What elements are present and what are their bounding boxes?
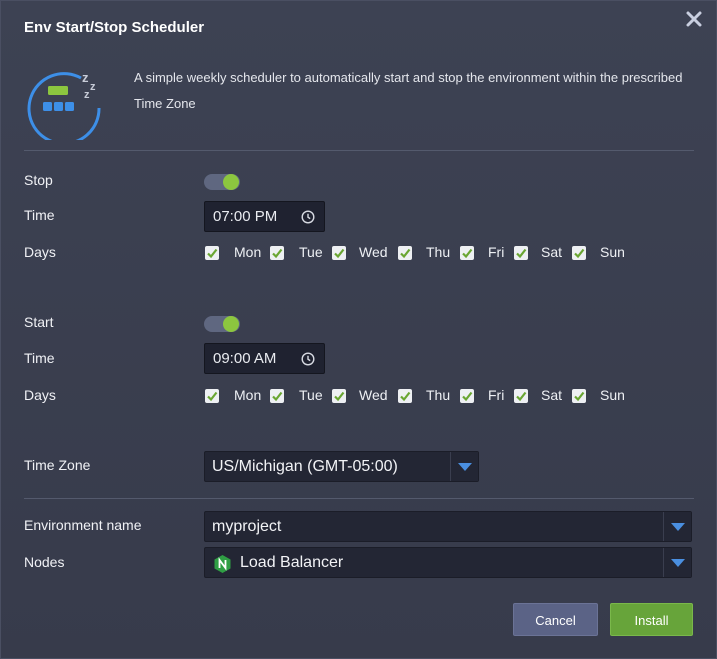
checkbox[interactable] bbox=[205, 389, 219, 403]
timezone-label: Time Zone bbox=[24, 457, 91, 473]
stop-time-value: 07:00 PM bbox=[213, 208, 278, 225]
day-label: Wed bbox=[359, 244, 388, 260]
dialog-title: Env Start/Stop Scheduler bbox=[24, 19, 205, 36]
nginx-icon bbox=[214, 555, 231, 573]
stop-time-input[interactable]: 07:00 PM bbox=[204, 201, 325, 232]
checkbox[interactable] bbox=[572, 246, 586, 260]
start-time-label: Time bbox=[24, 350, 55, 366]
start-time-input[interactable]: 09:00 AM bbox=[204, 343, 325, 374]
svg-text:z: z bbox=[90, 81, 96, 93]
checkbox[interactable] bbox=[332, 389, 346, 403]
checkmark-icon bbox=[272, 391, 283, 402]
toggle-knob bbox=[223, 174, 239, 190]
clock-icon bbox=[301, 210, 315, 224]
checkmark-icon bbox=[400, 391, 411, 402]
checkmark-icon bbox=[207, 391, 218, 402]
nodes-dropdown-arrow[interactable] bbox=[663, 548, 691, 577]
day-label: Fri bbox=[488, 387, 505, 403]
checkmark-icon bbox=[516, 391, 527, 402]
day-label: Tue bbox=[299, 387, 323, 403]
day-label: Sun bbox=[600, 387, 625, 403]
checkbox[interactable] bbox=[514, 389, 528, 403]
chevron-down-icon bbox=[671, 559, 685, 567]
stop-days-label: Days bbox=[24, 244, 56, 260]
start-days-label: Days bbox=[24, 387, 56, 403]
checkmark-icon bbox=[462, 391, 473, 402]
checkbox[interactable] bbox=[514, 246, 528, 260]
stop-toggle[interactable] bbox=[204, 174, 240, 190]
checkmark-icon bbox=[334, 391, 345, 402]
svg-text:z: z bbox=[84, 89, 90, 101]
environment-select[interactable]: myproject bbox=[204, 511, 692, 542]
close-icon bbox=[686, 11, 702, 27]
checkbox[interactable] bbox=[270, 389, 284, 403]
scheduler-dialog: Env Start/Stop Scheduler z z z A simple … bbox=[0, 0, 717, 659]
scheduler-logo-icon: z z z bbox=[27, 70, 101, 140]
chevron-down-icon bbox=[458, 463, 472, 471]
checkmark-icon bbox=[334, 248, 345, 259]
day-label: Sat bbox=[541, 244, 563, 260]
environment-dropdown-arrow[interactable] bbox=[663, 512, 691, 541]
day-label: Fri bbox=[488, 244, 505, 260]
close-button[interactable] bbox=[684, 9, 704, 29]
checkmark-icon bbox=[516, 248, 527, 259]
install-button[interactable]: Install bbox=[610, 603, 693, 636]
timezone-select[interactable]: US/Michigan (GMT-05:00) bbox=[204, 451, 479, 482]
checkbox[interactable] bbox=[572, 389, 586, 403]
stop-label: Stop bbox=[24, 172, 53, 188]
start-toggle[interactable] bbox=[204, 316, 240, 332]
checkbox[interactable] bbox=[398, 246, 412, 260]
day-label: Tue bbox=[299, 244, 323, 260]
day-label: Sat bbox=[541, 387, 563, 403]
checkbox[interactable] bbox=[332, 246, 346, 260]
divider bbox=[24, 498, 694, 499]
start-label: Start bbox=[24, 314, 54, 330]
checkmark-icon bbox=[462, 248, 473, 259]
checkmark-icon bbox=[207, 248, 218, 259]
checkbox[interactable] bbox=[460, 389, 474, 403]
nodes-label: Nodes bbox=[24, 554, 65, 570]
checkbox[interactable] bbox=[270, 246, 284, 260]
day-label: Sun bbox=[600, 244, 625, 260]
stop-time-label: Time bbox=[24, 207, 55, 223]
nodes-select[interactable]: Load Balancer bbox=[204, 547, 692, 578]
checkbox[interactable] bbox=[398, 389, 412, 403]
checkbox[interactable] bbox=[460, 246, 474, 260]
clock-icon bbox=[301, 352, 315, 366]
nodes-value: Load Balancer bbox=[240, 554, 344, 571]
day-label: Wed bbox=[359, 387, 388, 403]
environment-label: Environment name bbox=[24, 517, 142, 533]
cancel-button[interactable]: Cancel bbox=[513, 603, 598, 636]
checkmark-icon bbox=[574, 391, 585, 402]
timezone-dropdown-arrow[interactable] bbox=[450, 452, 478, 481]
chevron-down-icon bbox=[671, 523, 685, 531]
day-label: Thu bbox=[426, 387, 451, 403]
checkbox[interactable] bbox=[205, 246, 219, 260]
checkmark-icon bbox=[574, 248, 585, 259]
toggle-knob bbox=[223, 316, 239, 332]
start-time-value: 09:00 AM bbox=[213, 350, 277, 367]
checkmark-icon bbox=[400, 248, 411, 259]
environment-value: myproject bbox=[212, 518, 282, 535]
svg-text:z: z bbox=[82, 70, 89, 85]
timezone-value: US/Michigan (GMT-05:00) bbox=[212, 458, 398, 475]
day-label: Thu bbox=[426, 244, 451, 260]
day-label: Mon bbox=[234, 244, 262, 260]
dialog-description: A simple weekly scheduler to automatical… bbox=[134, 70, 683, 111]
divider bbox=[24, 150, 694, 151]
day-label: Mon bbox=[234, 387, 262, 403]
checkmark-icon bbox=[272, 248, 283, 259]
